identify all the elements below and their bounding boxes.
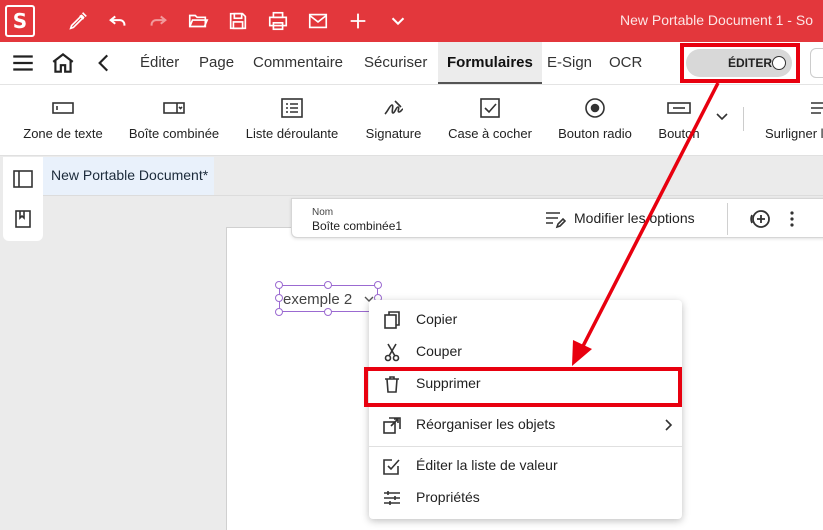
app-logo[interactable]: S [5,5,35,37]
open-folder-icon[interactable] [185,9,211,33]
context-menu-divider [369,446,682,447]
account-button[interactable] [810,48,823,78]
chevron-down-icon[interactable] [385,9,411,33]
context-item-edit-value-list[interactable]: Éditer la liste de valeur [369,450,682,482]
window-title: New Portable Document 1 - So [620,12,813,28]
arrange-icon [382,415,402,435]
menu-tab-forms[interactable]: Formulaires [438,42,542,84]
context-menu: Copier Couper Supprimer Réorganiser les … [369,300,682,519]
tool-highlight-fields[interactable]: Surligner l [765,85,823,157]
edit-options-icon[interactable] [544,209,566,229]
edit-mode-label: ÉDITER [728,56,773,70]
signature-icon [381,96,407,120]
back-arrow-icon[interactable] [91,51,117,75]
bookmark-icon[interactable] [12,208,34,230]
plus-icon[interactable] [345,9,371,33]
highlight-fields-icon [807,96,823,120]
edit-list-icon [382,456,402,476]
tool-signature[interactable]: Signature [366,85,421,157]
tool-radio-button[interactable]: Bouton radio [558,85,632,157]
field-name-label: Nom [312,207,334,218]
resize-handle[interactable] [275,281,283,289]
more-options-icon[interactable] [784,209,800,229]
menu-tab-secure[interactable]: Sécuriser [364,42,427,84]
hamburger-menu-icon[interactable] [10,51,36,75]
home-icon[interactable] [50,51,76,75]
tool-text-field[interactable]: Zone de texte [23,85,103,157]
context-item-cut[interactable]: Couper [369,336,682,368]
resize-handle[interactable] [374,281,382,289]
context-item-properties[interactable]: Propriétés [369,482,682,514]
scissors-icon [382,342,402,362]
resize-handle[interactable] [275,294,283,302]
trash-icon [382,374,402,394]
context-item-arrange[interactable]: Réorganiser les objets [369,409,682,441]
title-bar: S New Portable Document 1 - So [0,0,823,42]
tool-button[interactable]: Bouton [658,85,700,157]
chevron-right-icon [664,418,674,432]
property-bar-divider [727,203,728,235]
add-circle-icon[interactable] [748,207,772,231]
menu-tab-comment[interactable]: Commentaire [253,42,343,84]
properties-icon [382,488,402,508]
resize-handle[interactable] [324,308,332,316]
tool-more-dropdown[interactable] [713,85,731,157]
list-box-icon [279,96,305,120]
resize-handle[interactable] [275,308,283,316]
context-item-delete[interactable]: Supprimer [369,368,682,400]
save-icon[interactable] [225,9,251,33]
button-icon [666,96,692,120]
menu-tab-esign[interactable]: E-Sign [547,42,592,84]
resize-handle[interactable] [324,281,332,289]
copy-icon [382,310,402,330]
edit-options-button[interactable]: Modifier les options [574,210,695,226]
field-name-value[interactable]: Boîte combinée1 [312,219,402,233]
mail-icon[interactable] [305,9,331,33]
tool-combo-box[interactable]: Boîte combinée [129,85,219,157]
combo-box-value: exemple 2 [283,291,353,308]
tool-checkbox[interactable]: Case à cocher [448,85,532,157]
tool-list-box[interactable]: Liste déroulante [246,85,338,157]
side-panel [3,157,43,241]
toolbar-divider [743,107,744,131]
print-icon[interactable] [265,9,291,33]
chevron-down-icon [715,111,729,123]
combo-box-icon [161,96,187,120]
toggle-knob [772,56,786,70]
pen-icon[interactable] [65,9,91,33]
context-item-copy[interactable]: Copier [369,304,682,336]
text-field-icon [50,96,76,120]
radio-button-icon [582,96,608,120]
redo-icon[interactable] [145,9,171,33]
menu-tab-page[interactable]: Page [199,42,234,84]
field-property-bar: Nom Boîte combinée1 Modifier les options [291,198,823,238]
edit-mode-toggle[interactable]: ÉDITER [686,49,792,77]
document-tab[interactable]: New Portable Document* [43,157,214,195]
undo-icon[interactable] [105,9,131,33]
forms-toolbar: Zone de texte Boîte combinée Liste dérou… [0,84,823,156]
tab-divider [43,195,823,196]
menu-tab-ocr[interactable]: OCR [609,42,642,84]
menu-bar: Éditer Page Commentaire Sécuriser Formul… [0,42,823,84]
checkbox-icon [477,96,503,120]
menu-tab-edit[interactable]: Éditer [140,42,179,84]
panel-toggle-icon[interactable] [12,168,34,190]
